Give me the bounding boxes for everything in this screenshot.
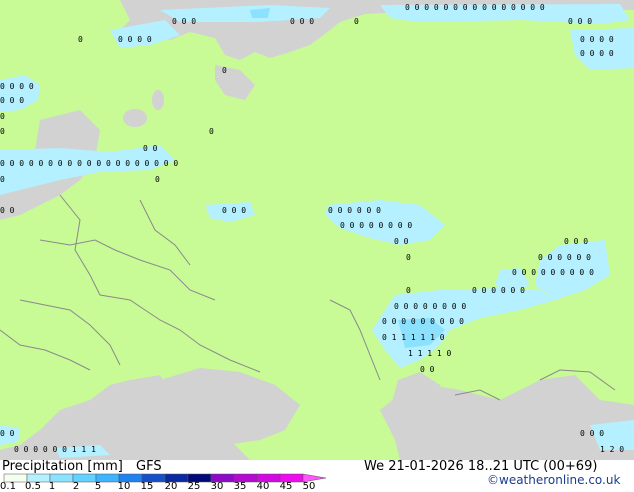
svg-text:0 1 1 1 1 1 0: 0 1 1 1 1 1 0 [382,333,445,342]
legend-tick: 40 [256,481,270,492]
svg-text:1 2 0: 1 2 0 [600,445,624,454]
legend-tick: 0.1 [0,481,16,492]
legend-tick: 10 [117,481,131,492]
model-name: GFS [136,459,162,474]
svg-text:0 0 0 0 0 0 0 0 0 0 0 0 0 0 0: 0 0 0 0 0 0 0 0 0 0 0 0 0 0 0 [405,3,545,12]
svg-text:0 0 0 0 0 0 0 0 0: 0 0 0 0 0 0 0 0 0 [382,317,464,326]
svg-text:0 0 0 0 0 0: 0 0 0 0 0 0 [472,286,525,295]
svg-text:0 0 0: 0 0 0 [222,206,246,215]
lake-onega [152,90,164,110]
svg-text:0 0 0 0 0 0 0 0: 0 0 0 0 0 0 0 0 [394,302,466,311]
legend-tick: 45 [279,481,293,492]
svg-text:0: 0 [0,112,5,121]
svg-text:0 0 0: 0 0 0 [564,237,588,246]
svg-text:0: 0 [406,286,411,295]
legend-tick: 15 [140,481,154,492]
legend-tick: 2 [72,481,80,492]
svg-text:0: 0 [406,253,411,262]
legend-tick: 30 [210,481,224,492]
svg-text:0 0 0: 0 0 0 [580,429,604,438]
map-canvas: 0 0 0 0 0 0 0 0 0 0 0 0 0 0 0 0 0 0 0 0 … [0,0,634,460]
legend-tick: 20 [164,481,178,492]
svg-text:0: 0 [209,127,214,136]
svg-text:0 0 0: 0 0 0 [0,96,24,105]
svg-text:1 1 1 1 0: 1 1 1 1 0 [408,349,452,358]
precipitation-map: 0 0 0 0 0 0 0 0 0 0 0 0 0 0 0 0 0 0 0 0 … [0,0,634,460]
svg-text:0 0 0: 0 0 0 [290,17,314,26]
svg-text:0 0: 0 0 [143,144,158,153]
svg-text:0: 0 [155,175,160,184]
svg-text:0: 0 [222,66,227,75]
svg-text:0 0 0 0 0 0 0 0: 0 0 0 0 0 0 0 0 [340,221,412,230]
svg-text:0 0 0 0 0 0: 0 0 0 0 0 0 [328,206,381,215]
legend-tick: 1 [48,481,56,492]
svg-text:0: 0 [0,175,5,184]
svg-text:0: 0 [354,17,359,26]
legend-tick: 5 [94,481,102,492]
svg-text:0 0: 0 0 [394,237,409,246]
svg-text:0 0 0: 0 0 0 [568,17,592,26]
legend-tick: 50 [302,481,316,492]
svg-text:0 0 0 0 0 0: 0 0 0 0 0 0 [538,253,591,262]
svg-text:0 0: 0 0 [0,429,15,438]
svg-text:0 0 0 0: 0 0 0 0 [0,82,34,91]
map-title: Precipitation [mm] [2,459,123,474]
svg-text:0 0 0 0 0 0 0 0 0: 0 0 0 0 0 0 0 0 0 [512,268,594,277]
svg-text:0 0 0 0: 0 0 0 0 [118,35,152,44]
lake-ladoga [123,109,147,127]
svg-text:0 0 0: 0 0 0 [172,17,196,26]
svg-text:0 0 0 0: 0 0 0 0 [580,49,614,58]
legend-tick: 25 [187,481,201,492]
caspian-sea [390,372,445,460]
svg-text:0 0: 0 0 [420,365,435,374]
svg-text:0 0 0 0 0 0 1 1 1: 0 0 0 0 0 0 1 1 1 [14,445,96,454]
watermark: ©weatheronline.co.uk [487,473,621,487]
legend-tick: 35 [233,481,247,492]
svg-text:0 0 0 0 0 0 0 0 0 0 0 0 0 0 0: 0 0 0 0 0 0 0 0 0 0 0 0 0 0 0 0 0 0 0 [0,159,178,168]
svg-text:0: 0 [78,35,83,44]
valid-time: We 21-01-2026 18..21 UTC (00+69) [364,459,598,474]
svg-text:0 0 0 0: 0 0 0 0 [580,35,614,44]
svg-text:0 0: 0 0 [0,206,15,215]
legend-tick: 0.5 [25,481,41,492]
svg-text:0: 0 [0,127,5,136]
